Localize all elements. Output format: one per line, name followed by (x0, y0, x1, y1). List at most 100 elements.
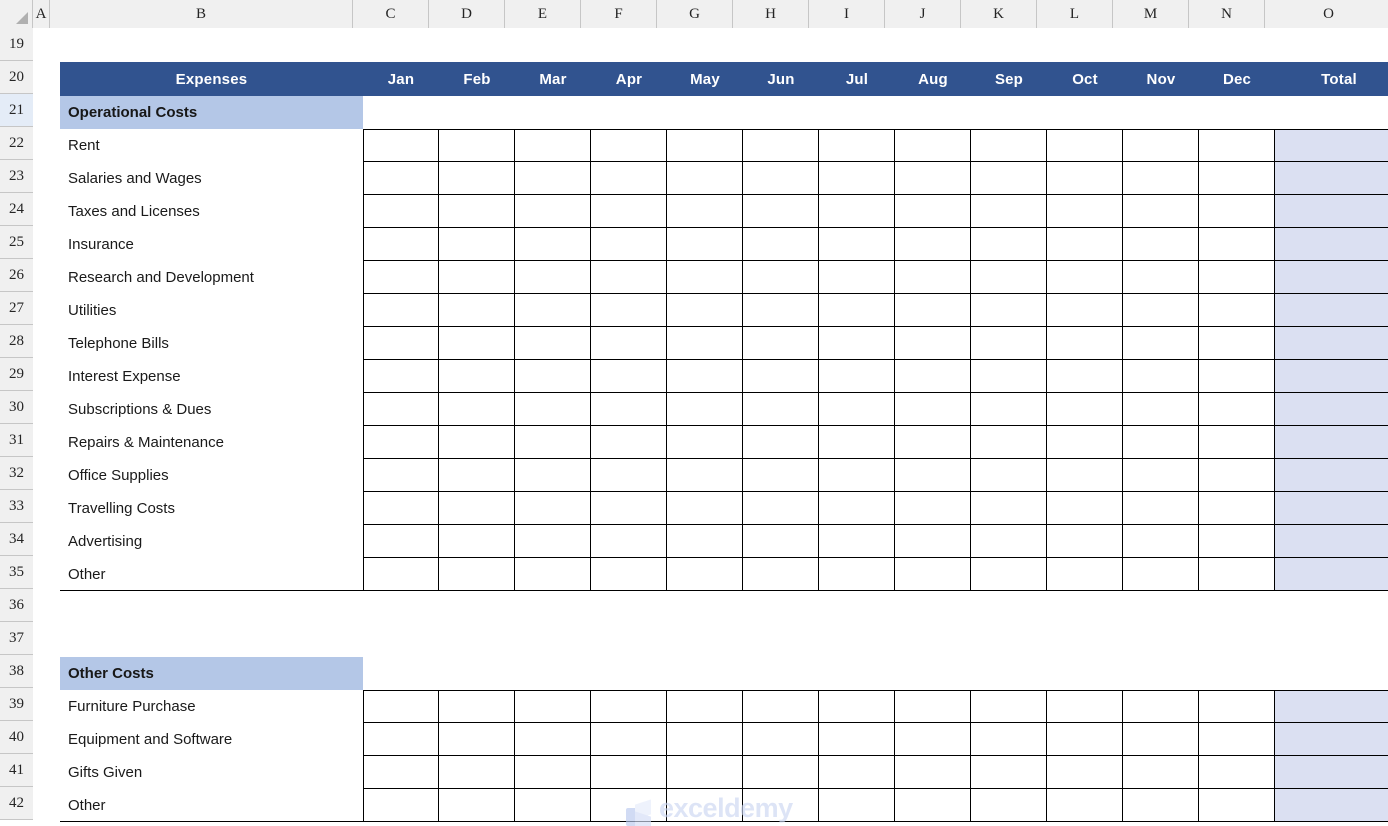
amount-cell[interactable] (1047, 228, 1123, 261)
amount-cell[interactable] (439, 789, 515, 822)
row-label-repairs-maintenance[interactable]: Repairs & Maintenance (60, 426, 363, 459)
column-header-n[interactable]: N (1189, 0, 1265, 28)
row-header-39[interactable]: 39 (0, 688, 33, 721)
amount-cell[interactable] (743, 558, 819, 591)
table-row[interactable]: Office Supplies (60, 459, 1388, 492)
amount-cell[interactable] (363, 756, 439, 789)
amount-cell[interactable] (1123, 492, 1199, 525)
amount-cell[interactable] (439, 261, 515, 294)
amount-cell[interactable] (743, 228, 819, 261)
row-label-furniture-purchase[interactable]: Furniture Purchase (60, 690, 363, 723)
amount-cell[interactable] (1123, 723, 1199, 756)
amount-cell[interactable] (1047, 360, 1123, 393)
column-header-b[interactable]: B (50, 0, 353, 28)
row-header-25[interactable]: 25 (0, 226, 33, 259)
table-row[interactable]: Advertising (60, 525, 1388, 558)
row-label-travelling-costs[interactable]: Travelling Costs (60, 492, 363, 525)
amount-cell[interactable] (439, 162, 515, 195)
column-header-e[interactable]: E (505, 0, 581, 28)
amount-cell[interactable] (363, 261, 439, 294)
amount-cell[interactable] (515, 723, 591, 756)
amount-cell[interactable] (667, 426, 743, 459)
amount-cell[interactable] (971, 756, 1047, 789)
total-cell[interactable] (1275, 558, 1388, 591)
amount-cell[interactable] (971, 360, 1047, 393)
amount-cell[interactable] (515, 459, 591, 492)
amount-cell[interactable] (667, 690, 743, 723)
table-row[interactable]: Insurance (60, 228, 1388, 261)
amount-cell[interactable] (1199, 261, 1275, 294)
row-label-other[interactable]: Other (60, 558, 363, 591)
row-header-27[interactable]: 27 (0, 292, 33, 325)
amount-cell[interactable] (819, 558, 895, 591)
amount-cell[interactable] (743, 756, 819, 789)
amount-cell[interactable] (743, 525, 819, 558)
amount-cell[interactable] (1047, 261, 1123, 294)
amount-cell[interactable] (591, 459, 667, 492)
amount-cell[interactable] (363, 789, 439, 822)
table-row[interactable]: Subscriptions & Dues (60, 393, 1388, 426)
row-label-telephone-bills[interactable]: Telephone Bills (60, 327, 363, 360)
amount-cell[interactable] (1199, 459, 1275, 492)
amount-cell[interactable] (1123, 393, 1199, 426)
amount-cell[interactable] (895, 360, 971, 393)
amount-cell[interactable] (819, 261, 895, 294)
table-row[interactable]: Rent (60, 129, 1388, 162)
amount-cell[interactable] (1199, 327, 1275, 360)
amount-cell[interactable] (743, 294, 819, 327)
row-header-32[interactable]: 32 (0, 457, 33, 490)
column-header-g[interactable]: G (657, 0, 733, 28)
select-all-button[interactable] (0, 0, 33, 28)
amount-cell[interactable] (515, 360, 591, 393)
row-header-36[interactable]: 36 (0, 589, 33, 622)
row-header-42[interactable]: 42 (0, 787, 33, 820)
row-label-gifts-given[interactable]: Gifts Given (60, 756, 363, 789)
amount-cell[interactable] (895, 294, 971, 327)
amount-cell[interactable] (591, 525, 667, 558)
amount-cell[interactable] (819, 195, 895, 228)
total-cell[interactable] (1275, 525, 1388, 558)
row-header-34[interactable]: 34 (0, 523, 33, 556)
amount-cell[interactable] (439, 459, 515, 492)
amount-cell[interactable] (1199, 426, 1275, 459)
amount-cell[interactable] (743, 162, 819, 195)
amount-cell[interactable] (363, 393, 439, 426)
amount-cell[interactable] (591, 129, 667, 162)
amount-cell[interactable] (1199, 756, 1275, 789)
amount-cell[interactable] (363, 360, 439, 393)
amount-cell[interactable] (895, 327, 971, 360)
row-label-taxes-and-licenses[interactable]: Taxes and Licenses (60, 195, 363, 228)
amount-cell[interactable] (363, 492, 439, 525)
amount-cell[interactable] (743, 690, 819, 723)
amount-cell[interactable] (363, 228, 439, 261)
amount-cell[interactable] (515, 327, 591, 360)
column-header-l[interactable]: L (1037, 0, 1113, 28)
amount-cell[interactable] (591, 261, 667, 294)
amount-cell[interactable] (667, 294, 743, 327)
row-label-utilities[interactable]: Utilities (60, 294, 363, 327)
amount-cell[interactable] (667, 360, 743, 393)
amount-cell[interactable] (971, 162, 1047, 195)
table-row[interactable]: Equipment and Software (60, 723, 1388, 756)
row-header-28[interactable]: 28 (0, 325, 33, 358)
amount-cell[interactable] (1047, 459, 1123, 492)
column-header-i[interactable]: I (809, 0, 885, 28)
total-cell[interactable] (1275, 129, 1388, 162)
amount-cell[interactable] (591, 756, 667, 789)
amount-cell[interactable] (971, 492, 1047, 525)
amount-cell[interactable] (1199, 294, 1275, 327)
row-label-other[interactable]: Other (60, 789, 363, 822)
amount-cell[interactable] (591, 789, 667, 822)
table-row[interactable]: Salaries and Wages (60, 162, 1388, 195)
amount-cell[interactable] (1123, 195, 1199, 228)
table-row[interactable]: Other (60, 558, 1388, 591)
amount-cell[interactable] (1123, 360, 1199, 393)
row-label-subscriptions-dues[interactable]: Subscriptions & Dues (60, 393, 363, 426)
amount-cell[interactable] (667, 129, 743, 162)
amount-cell[interactable] (439, 228, 515, 261)
amount-cell[interactable] (439, 393, 515, 426)
amount-cell[interactable] (363, 129, 439, 162)
amount-cell[interactable] (743, 327, 819, 360)
amount-cell[interactable] (895, 789, 971, 822)
amount-cell[interactable] (515, 756, 591, 789)
